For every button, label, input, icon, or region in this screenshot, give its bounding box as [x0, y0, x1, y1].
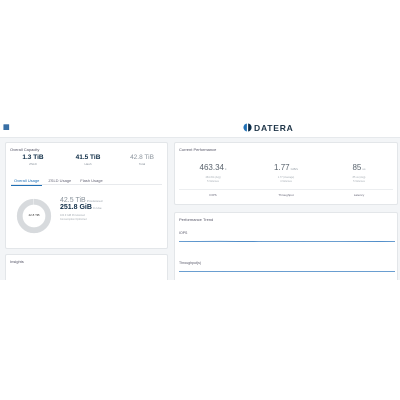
stat-hash: 41.5 TiB Hash [68, 154, 108, 166]
brand-logo[interactable]: DATERA [243, 122, 294, 133]
stat-value: 42.8 TiB [130, 154, 154, 161]
metric-throughput: 1.77GiB/s 1.77 (Average) 4 Volumes [256, 157, 316, 183]
card-title: Performance Trend [179, 217, 214, 222]
overall-capacity-card: Overall Capacity 1.3 TiB ZSLD 41.5 TiB H… [5, 142, 168, 249]
iops-trend-line [179, 240, 395, 243]
in-use-unit: In Use [92, 206, 102, 210]
in-use-value: 251.8 GiB [60, 204, 92, 211]
top-navigation-bar: ▦ DATERA [0, 118, 400, 138]
metric-value: 463.34 [199, 163, 224, 172]
stat-value: 41.5 TiB [75, 154, 101, 161]
metric-iops: 463.34k 464.4% (Avg) 5 Volumes [183, 157, 243, 183]
in-use-line: 251.8 GiB In Use [60, 204, 102, 211]
usage-note: Consumption Optimized [60, 217, 87, 221]
metric-sub: 4 Volumes [280, 179, 292, 183]
card-title: Overall Capacity [10, 147, 40, 152]
provisioned-unit: Provisioned [86, 199, 103, 203]
metric-label: IOPS [209, 193, 217, 197]
current-performance-card: Current Performance 463.34k 464.4% (Avg)… [174, 142, 398, 205]
card-title: Insights [10, 259, 24, 264]
stat-value: 1.3 TiB [22, 154, 44, 161]
card-title: Current Performance [179, 147, 217, 152]
metric-value: 1.77 [274, 163, 290, 172]
metric-latency: 85us 85 us (Avg) 5 Volumes [329, 157, 389, 183]
metric-sub: 5 Volumes [207, 179, 219, 183]
metric-label: Latency [353, 193, 365, 197]
brand-name: DATERA [254, 122, 294, 133]
provisioned-line: 42.5 TiB Provisioned [60, 197, 102, 204]
metric-unit: us [362, 167, 366, 171]
provisioned-value: 42.5 TiB [60, 197, 86, 204]
performance-trend-card: Performance Trend IOPS Throughput(s) [174, 212, 398, 280]
metric-unit: GiB/s [290, 167, 298, 171]
stat-label: ZSLD [29, 162, 37, 166]
trend-series-label: Throughput(s) [179, 261, 201, 265]
menu-icon[interactable]: ▦ [3, 124, 10, 131]
throughput-trend-line [179, 270, 395, 273]
stat-zsld: 1.3 TiB ZSLD [13, 154, 53, 166]
metric-sub: 5 Volumes [353, 179, 365, 183]
app-window: ▦ DATERA Overall Capacity 1.3 TiB ZSLD 4… [0, 118, 400, 280]
metric-unit: k [224, 167, 227, 171]
stat-total: 42.8 TiB Total [122, 154, 162, 166]
performance-divider [179, 189, 393, 190]
metric-value: 85 [352, 163, 362, 172]
tab-divider [11, 184, 162, 185]
insights-card: Insights [5, 254, 168, 280]
stat-label: Total [138, 162, 146, 166]
datera-logo-icon [243, 123, 252, 132]
trend-series-label: IOPS [179, 231, 188, 235]
metric-label: Throughput [278, 193, 294, 197]
stat-label: Hash [84, 162, 92, 166]
donut-center-label: 42.8 TiB [28, 213, 40, 217]
usage-summary: 42.5 TiB Provisioned 251.8 GiB In Use 10… [60, 197, 102, 221]
